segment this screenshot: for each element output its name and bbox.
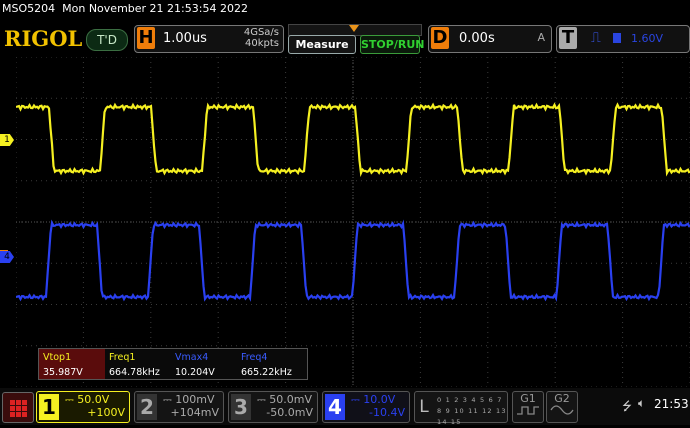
- generator-2-box[interactable]: G2: [546, 391, 578, 423]
- delay-panel[interactable]: D 0.00s A: [428, 25, 552, 53]
- top-info: MSO5204 Mon November 21 21:53:54 2022: [2, 2, 248, 15]
- measurement-value: 10.204V: [175, 367, 215, 378]
- trigger-letter: T: [559, 27, 577, 49]
- rigol-logo: RIGOL: [4, 26, 83, 51]
- trigger-level: 1.60V: [631, 32, 664, 45]
- square-wave-icon: [517, 406, 539, 415]
- delay-mode: A: [537, 31, 545, 44]
- datetime-label: Mon November 21 21:53:54 2022: [62, 2, 248, 15]
- ch4-offset-marker[interactable]: 4: [0, 251, 14, 263]
- channel-2-number: 2: [137, 394, 157, 420]
- delay-letter: D: [431, 27, 449, 49]
- trigger-position-marker: [349, 25, 359, 32]
- channel-4-box[interactable]: 4 ⎓ 10.0V -10.4V: [322, 391, 410, 423]
- channel-1-scale: ⎓ 50.0V: [65, 393, 110, 406]
- logic-bits-row1: 0 1 2 3 4 5 6 7: [437, 396, 503, 404]
- measurement-panel: Vtop1 35.987V Freq1 664.78kHz Vmax4 10.2…: [38, 348, 308, 380]
- stop-run-button[interactable]: STOP/RUN: [360, 35, 424, 54]
- channel-3-offset: -50.0mV: [266, 406, 313, 419]
- measure-button[interactable]: Measure: [288, 35, 356, 54]
- sine-wave-icon: [550, 405, 574, 415]
- channel-3-scale: ⎓ 50.0mV: [257, 393, 313, 406]
- channel-1-box[interactable]: 1 ⎓ 50.0V +100V: [36, 391, 130, 423]
- generator-1-label: G1: [520, 392, 536, 405]
- measurement-value: 665.22kHz: [241, 367, 292, 378]
- rising-edge-icon: ⎍: [591, 30, 601, 46]
- menu-button[interactable]: [2, 392, 34, 423]
- logic-letter: L: [419, 397, 429, 417]
- dc-coupling-icon: ⎓: [163, 393, 172, 406]
- measurement-vtop1: Vtop1 35.987V: [39, 349, 105, 379]
- channel-3-number: 3: [231, 394, 251, 420]
- trigger-panel[interactable]: T ⎍ 1.60V: [556, 25, 690, 53]
- horizontal-letter: H: [137, 27, 155, 49]
- measurement-label: Vtop1: [43, 352, 72, 363]
- measurement-freq1: Freq1 664.78kHz: [105, 349, 171, 379]
- measurement-value: 35.987V: [43, 367, 83, 378]
- delay-value: 0.00s: [459, 31, 495, 46]
- waveform-grid[interactable]: [16, 57, 690, 387]
- horizontal-panel[interactable]: H 1.00us 4GSa/s 40kpts: [134, 25, 284, 53]
- measurement-freq4: Freq4 665.22kHz: [237, 349, 303, 379]
- logic-bits: 0 1 2 3 4 5 6 7 8 9 10 11 12 13 14 15: [437, 395, 507, 428]
- trigger-source-icon: [613, 33, 621, 43]
- ch1-offset-marker[interactable]: 1: [0, 134, 14, 146]
- channel-2-scale: ⎓ 100mV: [163, 393, 215, 406]
- channel-1-offset: +100V: [87, 406, 125, 419]
- model-label: MSO5204: [2, 2, 56, 15]
- sample-rate: 4GSa/s: [243, 27, 279, 38]
- speaker-icon[interactable]: 🔈︎: [638, 396, 645, 411]
- usb-icon: ⭍: [622, 399, 632, 413]
- dc-coupling-icon: ⎓: [257, 393, 266, 406]
- logic-analyzer-box[interactable]: L 0 1 2 3 4 5 6 7 8 9 10 11 12 13 14 15: [414, 391, 508, 426]
- timebase-value: 1.00us: [163, 31, 207, 46]
- channel-4-number: 4: [325, 394, 345, 420]
- dc-coupling-icon: ⎓: [351, 393, 360, 406]
- measurement-value: 664.78kHz: [109, 367, 160, 378]
- trigger-status-badge: T'D: [86, 29, 128, 51]
- channel-4-scale: ⎓ 10.0V: [351, 393, 396, 406]
- dc-coupling-icon: ⎓: [65, 393, 74, 406]
- channel-3-box[interactable]: 3 ⎓ 50.0mV -50.0mV: [228, 391, 318, 423]
- memory-depth: 40kpts: [245, 38, 279, 49]
- channel-4-offset: -10.4V: [369, 406, 405, 419]
- clock-label: 21:53: [654, 397, 689, 411]
- measurement-vmax4: Vmax4 10.204V: [171, 349, 237, 379]
- channel-2-offset: +104mV: [170, 406, 219, 419]
- channel-1-number: 1: [39, 394, 59, 420]
- sample-info: 4GSa/s 40kpts: [233, 27, 279, 49]
- measurement-label: Vmax4: [175, 352, 209, 363]
- generator-2-label: G2: [554, 392, 570, 405]
- measurement-label: Freq4: [241, 352, 268, 363]
- generator-1-box[interactable]: G1: [512, 391, 544, 423]
- measurement-label: Freq1: [109, 352, 136, 363]
- grid-menu-icon: [10, 400, 27, 417]
- channel-2-box[interactable]: 2 ⎓ 100mV +104mV: [134, 391, 224, 423]
